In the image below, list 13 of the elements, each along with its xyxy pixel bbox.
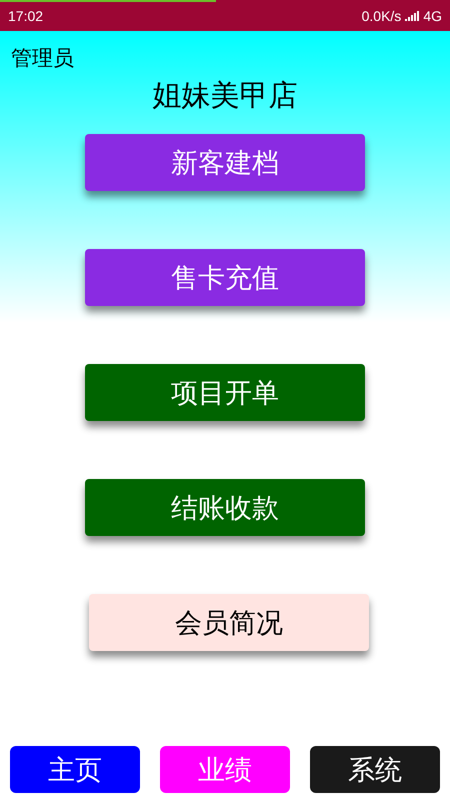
nav-button[interactable]: 系统 xyxy=(310,746,440,793)
menu-button[interactable]: 结账收款 xyxy=(85,479,365,536)
nav-button[interactable]: 主页 xyxy=(10,746,140,793)
menu-button[interactable]: 售卡充值 xyxy=(85,249,365,306)
network-type: 4G xyxy=(423,8,442,24)
network-speed: 0.0K/s xyxy=(362,8,402,24)
shop-title: 姐妹美甲店 xyxy=(152,77,298,114)
user-role: 管理员 xyxy=(10,45,75,72)
clock: 17:02 xyxy=(8,8,44,24)
menu-button[interactable]: 项目开单 xyxy=(85,364,365,421)
signal-icon xyxy=(405,10,420,20)
menu-button[interactable]: 会员简况 xyxy=(89,594,369,651)
menu-button[interactable]: 新客建档 xyxy=(85,134,365,191)
